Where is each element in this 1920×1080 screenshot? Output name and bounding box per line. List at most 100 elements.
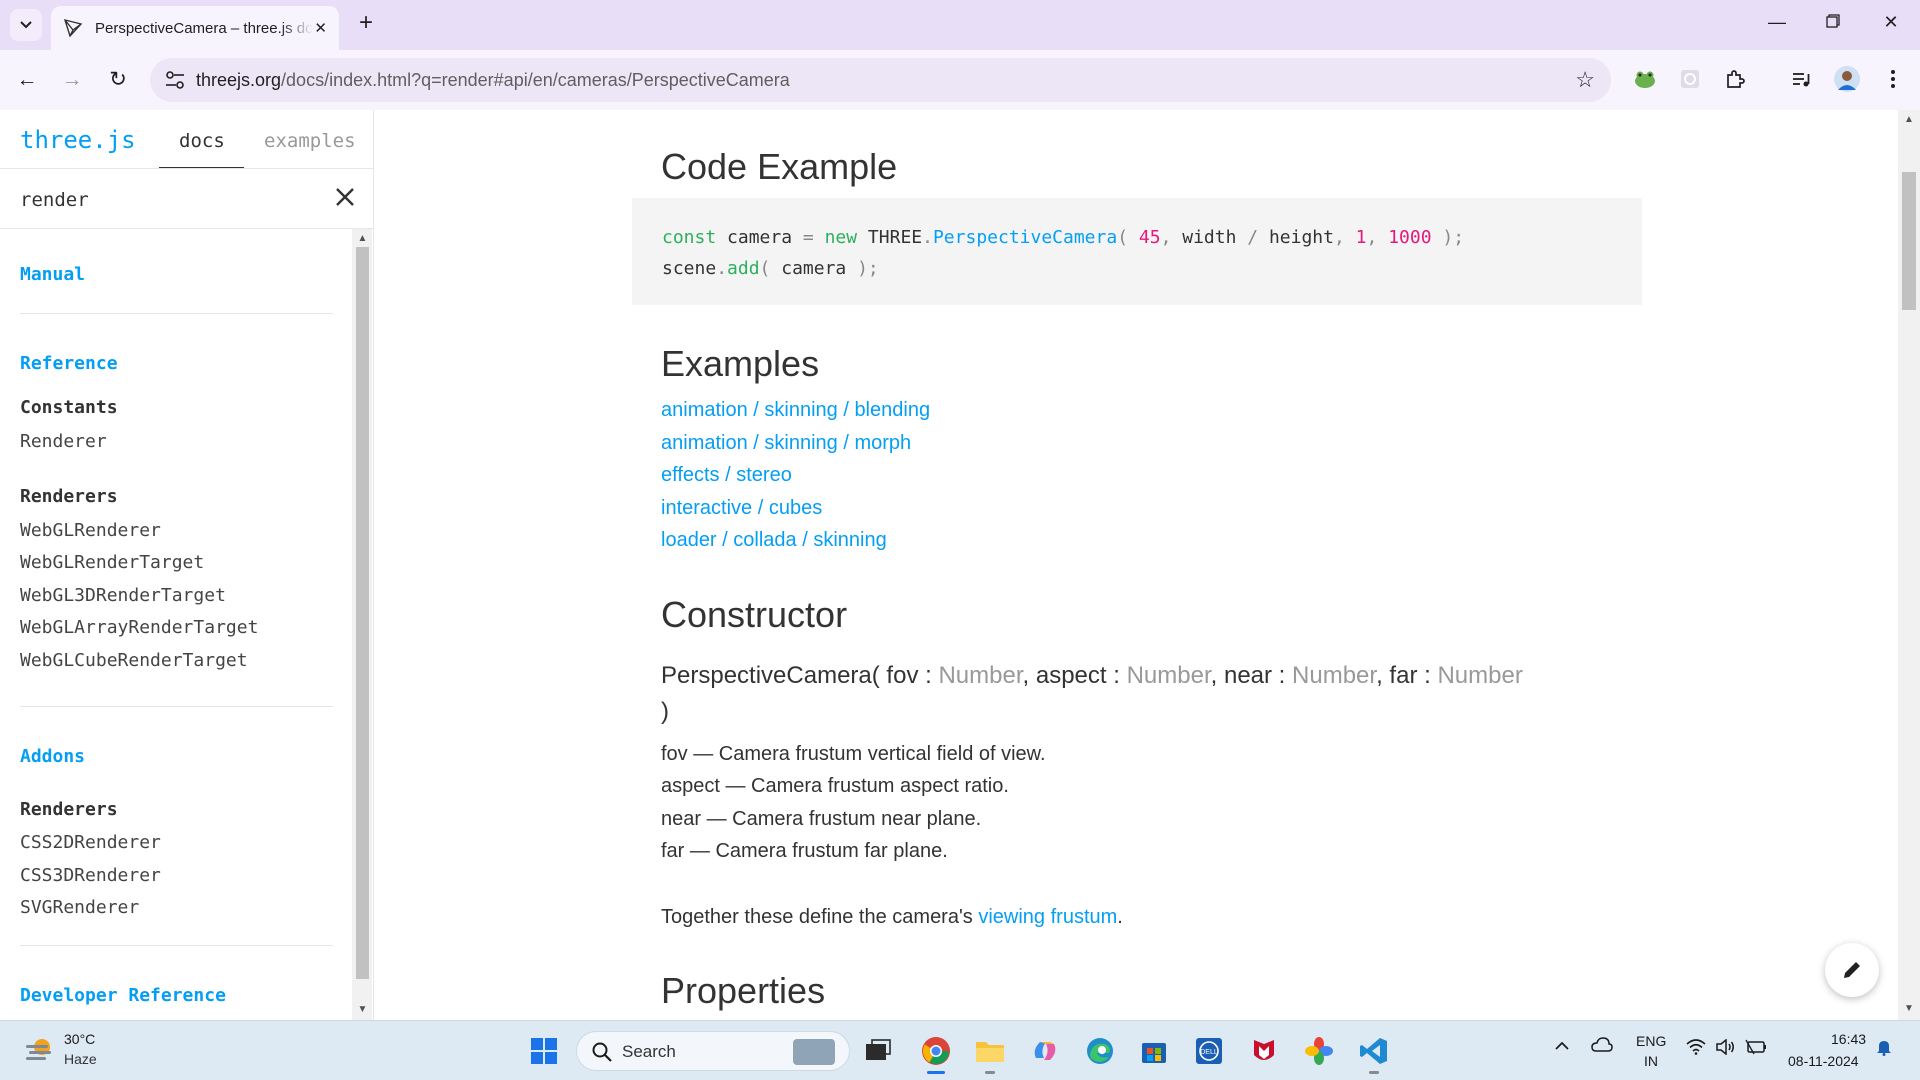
puzzle-icon[interactable] [1722,66,1748,92]
divider [20,313,333,314]
nav-item[interactable]: CSS2DRenderer [20,832,161,853]
url-text[interactable]: threejs.org/docs/index.html?q=render#api… [196,70,790,91]
copilot-icon[interactable] [1029,1035,1061,1067]
media-icon[interactable] [1788,66,1814,92]
scrollbar-thumb[interactable] [356,247,369,979]
browser-tab-bar: PerspectiveCamera – three.js docs ✕ + — … [0,0,1920,50]
param-description: far — Camera frustum far plane. [661,840,948,862]
heading-examples: Examples [661,343,820,384]
more-menu-icon[interactable] [1880,66,1906,92]
nav-item[interactable]: CSS3DRenderer [20,865,161,886]
param-description: near — Camera frustum near plane. [661,808,982,830]
nav-item[interactable]: WebGLCubeRenderTarget [20,650,248,671]
weather-description[interactable]: Haze [64,1051,97,1067]
nav-group-renderers: Renderers [20,486,118,507]
chevron-up-icon[interactable] [1554,1039,1570,1057]
weather-temperature[interactable]: 30°C [64,1031,95,1047]
close-window-icon[interactable]: ✕ [1876,12,1906,33]
heading-constructor: Constructor [661,594,848,635]
plus-icon[interactable]: + [352,10,380,38]
tab-examples[interactable]: examples [264,130,356,152]
task-view-icon[interactable] [862,1035,894,1067]
windows-start-icon[interactable] [528,1035,560,1067]
dell-icon[interactable]: DELL [1193,1035,1225,1067]
param-description: fov — Camera frustum vertical field of v… [661,743,1046,765]
vscode-icon[interactable] [1358,1035,1390,1067]
mcafee-icon[interactable] [1248,1035,1280,1067]
heading-code-example: Code Example [661,146,898,187]
example-link[interactable]: animation / skinning / morph [661,432,911,455]
edge-icon[interactable] [1084,1035,1116,1067]
back-icon[interactable]: ← [12,65,42,95]
search-highlight-image [793,1039,835,1065]
battery-icon[interactable] [1745,1039,1767,1060]
nav-item[interactable]: WebGLRenderTarget [20,552,204,573]
scroll-down-icon[interactable]: ▼ [356,1004,369,1015]
restore-icon[interactable] [1818,12,1848,33]
taskbar-search[interactable]: Search [576,1031,850,1071]
example-link[interactable]: animation / skinning / blending [661,399,930,422]
nav-item[interactable]: WebGL3DRenderTarget [20,585,226,606]
chrome-icon[interactable] [920,1035,952,1067]
tab-search-icon[interactable] [10,9,42,41]
reload-icon[interactable]: ↻ [103,65,133,95]
cloud-icon[interactable] [1591,1037,1613,1058]
nav-item[interactable]: WebGLRenderer [20,520,161,541]
clock-date[interactable]: 08-11-2024 [1788,1053,1859,1069]
close-icon[interactable] [332,184,358,210]
nav-section-manual[interactable]: Manual [20,264,85,285]
volume-icon[interactable] [1715,1038,1735,1060]
haze-weather-icon[interactable] [24,1035,54,1065]
nav-section-addons[interactable]: Addons [20,746,85,767]
wifi-icon[interactable] [1686,1039,1706,1060]
nav-item[interactable]: WebGLArrayRenderTarget [20,617,258,638]
address-bar[interactable]: threejs.org/docs/index.html?q=render#api… [150,58,1611,102]
bell-icon[interactable] [1876,1038,1892,1061]
close-icon[interactable]: ✕ [314,19,327,37]
scrollbar-thumb[interactable] [1902,172,1916,310]
search-input[interactable] [20,186,320,214]
constructor-signature: PerspectiveCamera( fov : Number, aspect … [661,662,1523,725]
language-indicator[interactable]: ENG [1636,1033,1666,1049]
browser-toolbar: ← → ↻ threejs.org/docs/index.html?q=rend… [0,50,1920,110]
star-icon[interactable]: ☆ [1575,67,1595,93]
brand-logo[interactable]: three.js [20,126,136,154]
file-explorer-icon[interactable] [974,1035,1006,1067]
extension-icon[interactable] [1677,66,1703,92]
nav-section-reference[interactable]: Reference [20,353,118,374]
minimize-icon[interactable]: — [1762,12,1792,33]
nav-item[interactable]: Renderer [20,431,107,452]
running-indicator [1369,1071,1379,1074]
example-link[interactable]: effects / stereo [661,464,792,487]
docs-sidebar: three.js docs examples Manual Reference … [0,110,374,1020]
scroll-down-icon[interactable]: ▼ [1903,1003,1915,1014]
search-icon [592,1042,612,1062]
clock-time[interactable]: 16:43 [1831,1031,1866,1047]
edit-page-button[interactable] [1825,943,1879,997]
nav-group-constants: Constants [20,397,118,418]
photos-icon[interactable] [1303,1035,1335,1067]
region-indicator[interactable]: IN [1644,1053,1658,1069]
frog-extension-icon[interactable] [1632,66,1658,92]
nav-item[interactable]: SVGRenderer [20,897,139,918]
store-icon[interactable] [1138,1035,1170,1067]
heading-properties: Properties [661,970,826,1011]
nav-section-developer-reference[interactable]: Developer Reference [20,985,226,1006]
browser-tab-active[interactable]: PerspectiveCamera – three.js docs ✕ [51,6,339,50]
frustum-paragraph: Together these define the camera's viewi… [661,906,1123,928]
profile-avatar[interactable] [1834,66,1860,92]
param-description: aspect — Camera frustum aspect ratio. [661,775,1009,797]
forward-icon[interactable]: → [57,65,87,95]
example-link[interactable]: interactive / cubes [661,497,822,520]
tab-docs[interactable]: docs [179,130,225,152]
example-link[interactable]: loader / collada / skinning [661,529,887,552]
divider [20,945,333,946]
nav-group-addon-renderers: Renderers [20,799,118,820]
page-scrollbar[interactable]: ▲ ▼ [1898,110,1920,1020]
sidebar-scrollbar[interactable]: ▲ ▼ [352,229,372,1020]
site-info-icon[interactable] [164,70,186,90]
viewing-frustum-link[interactable]: viewing frustum [978,906,1117,928]
pencil-icon [1844,962,1860,978]
scroll-up-icon[interactable]: ▲ [356,233,369,244]
scroll-up-icon[interactable]: ▲ [1903,114,1915,125]
